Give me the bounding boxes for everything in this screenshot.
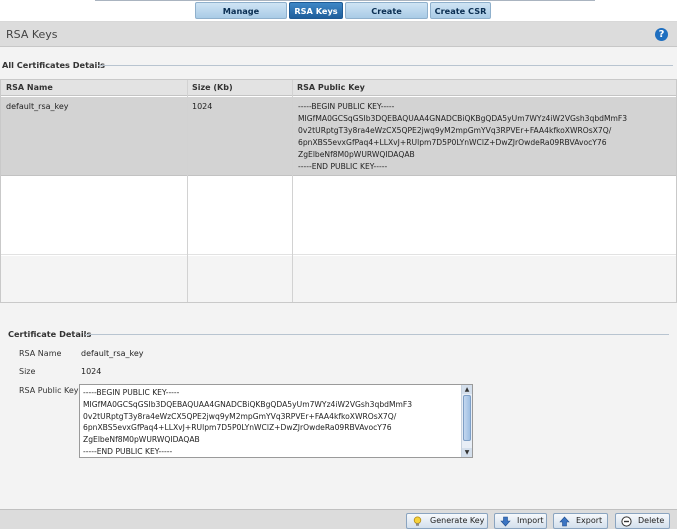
empty-row	[1, 256, 676, 302]
page-title: RSA Keys	[6, 28, 58, 41]
import-button[interactable]: Import	[494, 513, 547, 529]
column-header-size[interactable]: Size (Kb)	[187, 80, 233, 96]
scroll-down-arrow-icon[interactable]: ▼	[462, 448, 472, 457]
column-header-rsa-name[interactable]: RSA Name	[1, 80, 53, 96]
column-header-public-key[interactable]: RSA Public Key	[292, 80, 365, 96]
generate-key-label: Generate Key	[430, 516, 485, 525]
rsa-name-label: RSA Name	[19, 349, 62, 358]
row-public-key: -----BEGIN PUBLIC KEY----- MIGfMA0GCSqGS…	[298, 102, 628, 171]
table-header: RSA Name Size (Kb) RSA Public Key	[1, 80, 676, 96]
certificate-details: Certificate Details RSA Name default_rsa…	[0, 327, 677, 510]
tab-bar: Manage Certificates RSA Keys Create Cert…	[0, 0, 677, 33]
section-divider	[98, 65, 673, 66]
tab-create-csr[interactable]: Create CSR	[430, 2, 491, 19]
size-label: Size	[19, 367, 36, 376]
delete-icon	[621, 516, 632, 527]
column-divider	[187, 80, 188, 302]
public-key-label: RSA Public Key	[19, 386, 79, 395]
size-value: 1024	[81, 367, 102, 376]
arrow-down-icon	[500, 516, 511, 527]
lightbulb-icon	[413, 516, 422, 526]
public-key-textarea[interactable]: -----BEGIN PUBLIC KEY----- MIGfMA0GCSqGS…	[79, 384, 473, 458]
column-divider	[292, 80, 293, 302]
delete-button[interactable]: Delete	[615, 513, 670, 529]
public-key-scrollbar[interactable]: ▲ ▼	[461, 385, 472, 457]
row-size: 1024	[192, 102, 213, 111]
scroll-thumb[interactable]	[463, 395, 471, 441]
tab-manage-certificates[interactable]: Manage Certificates	[195, 2, 287, 33]
rsa-keys-table: RSA Name Size (Kb) RSA Public Key defaul…	[0, 79, 677, 303]
main-panel: RSA Keys ? All Certificates Details RSA …	[0, 21, 677, 509]
row-rsa-name: default_rsa_key	[6, 102, 69, 111]
tab-bar-line	[95, 0, 595, 1]
help-icon[interactable]: ?	[655, 28, 668, 41]
export-label: Export	[576, 516, 603, 525]
tab-rsa-keys[interactable]: RSA Keys	[289, 2, 343, 19]
section-divider	[85, 334, 669, 335]
import-label: Import	[517, 516, 544, 525]
rsa-name-value: default_rsa_key	[81, 349, 144, 358]
scroll-up-arrow-icon[interactable]: ▲	[462, 385, 472, 394]
empty-row	[1, 177, 676, 255]
arrow-up-icon	[559, 516, 570, 527]
certificate-details-title: Certificate Details	[8, 329, 92, 339]
footer-toolbar: Generate Key Import Export Delete	[0, 509, 677, 529]
all-certificates-section-title: All Certificates Details	[2, 60, 106, 70]
public-key-text: -----BEGIN PUBLIC KEY----- MIGfMA0GCSqGS…	[83, 388, 413, 456]
page-header: RSA Keys ?	[0, 22, 677, 47]
tab-create-certificate[interactable]: Create Certificate	[345, 2, 428, 33]
delete-label: Delete	[638, 516, 665, 525]
export-button[interactable]: Export	[553, 513, 608, 529]
table-row[interactable]: default_rsa_key 1024 -----BEGIN PUBLIC K…	[1, 97, 676, 176]
generate-key-button[interactable]: Generate Key	[406, 513, 488, 529]
